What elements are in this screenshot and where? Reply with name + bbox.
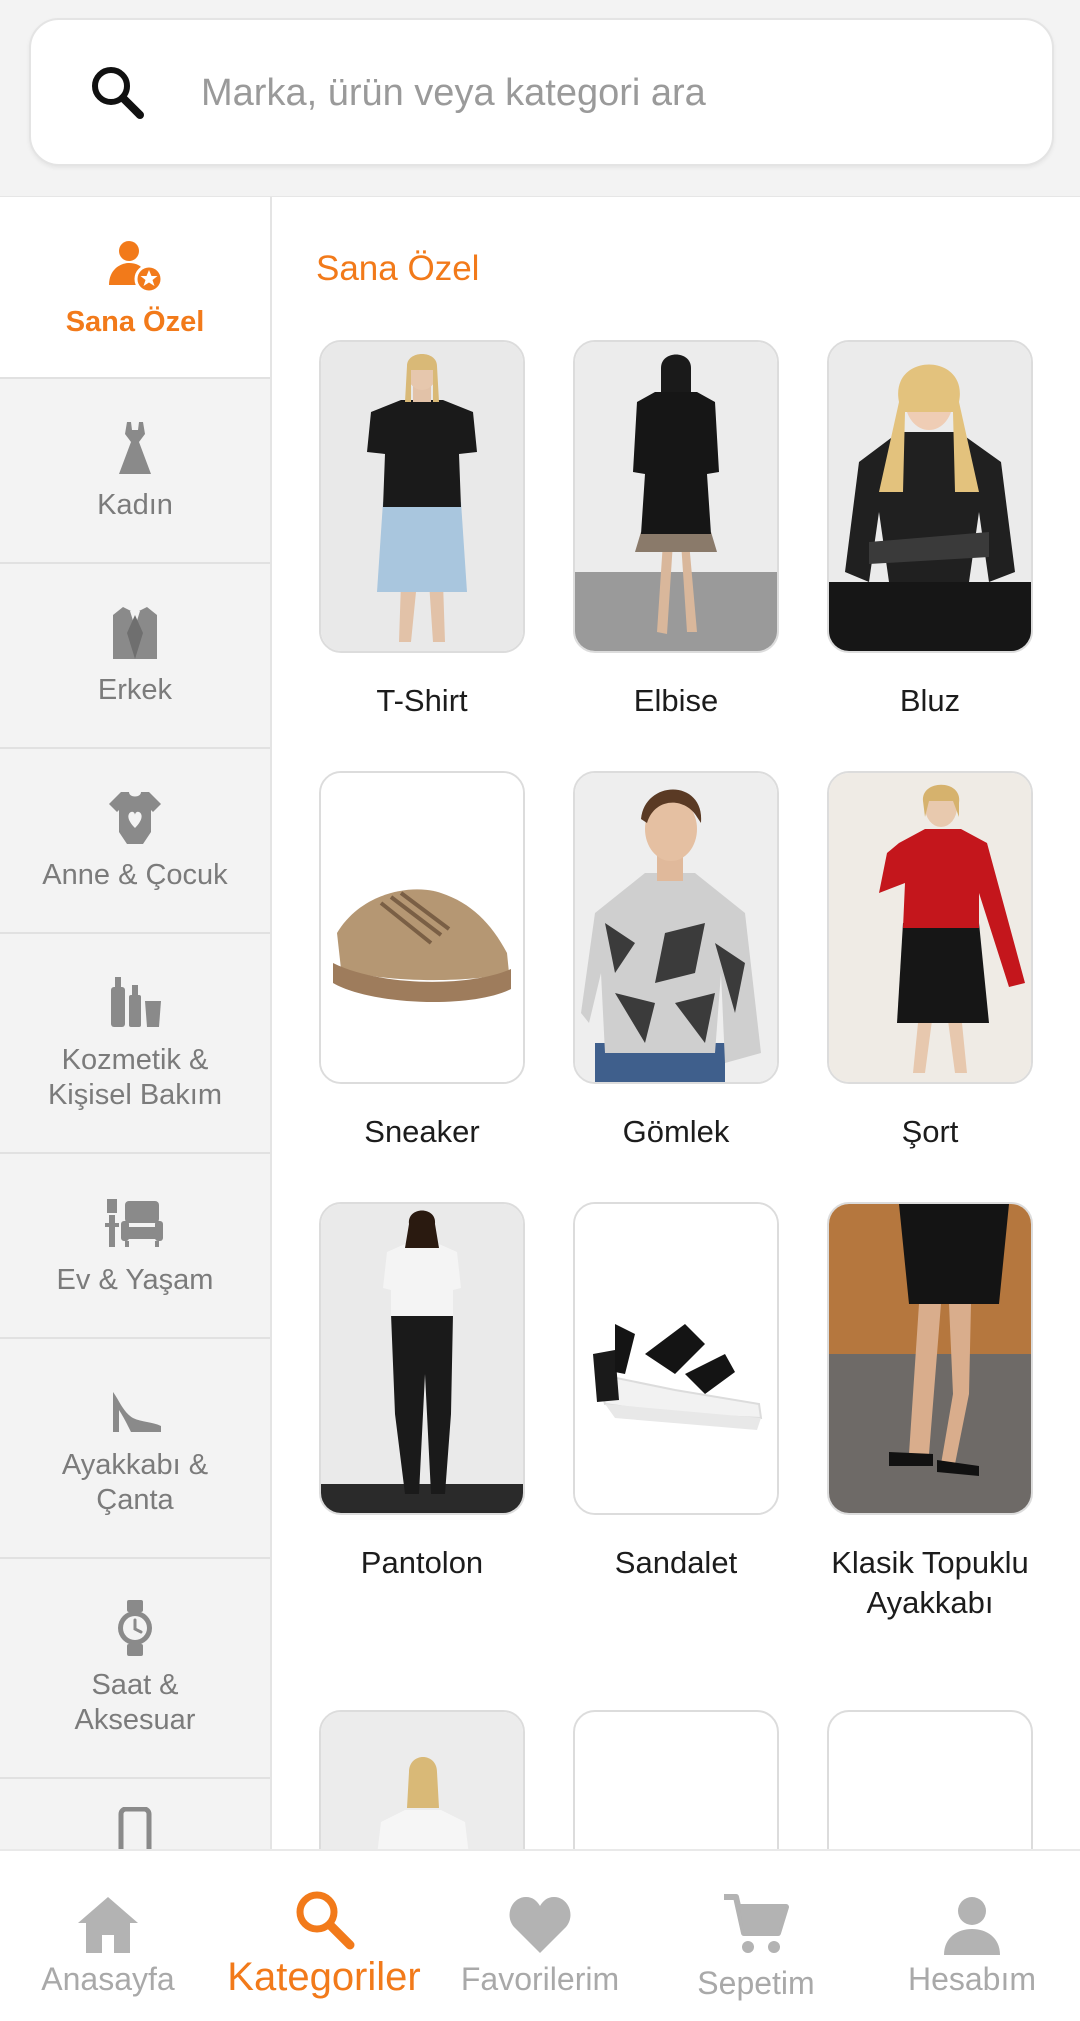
category-tile-elbise[interactable]: Elbise bbox=[573, 340, 779, 721]
home-icon bbox=[78, 1897, 138, 1953]
product-thumbnail bbox=[319, 1710, 525, 1849]
nav-favorilerim[interactable]: Favorilerim bbox=[432, 1851, 648, 2021]
category-tile[interactable] bbox=[319, 1710, 525, 1849]
cosmetics-icon bbox=[111, 977, 161, 1027]
nav-label: Hesabım bbox=[907, 1961, 1037, 1997]
search-icon bbox=[92, 67, 144, 119]
sidebar-item-label: Kozmetik & Kişisel Bakım bbox=[47, 1044, 223, 1111]
product-thumbnail bbox=[319, 340, 525, 653]
category-tile[interactable] bbox=[827, 1710, 1033, 1849]
tile-label: Bluz bbox=[899, 683, 961, 718]
search-input[interactable] bbox=[199, 56, 1023, 130]
category-content: Sana Özel T-Shirt Elbise Bluz Sneaker Gö… bbox=[272, 197, 1080, 1849]
phone-icon bbox=[118, 1807, 152, 1849]
sidebar-item-elektronik[interactable] bbox=[0, 1779, 270, 1849]
user-star-icon bbox=[109, 240, 164, 293]
nav-label: Favorilerim bbox=[460, 1961, 620, 1997]
product-thumbnail bbox=[827, 1202, 1033, 1515]
sidebar-item-label: Sana Özel bbox=[65, 305, 205, 338]
product-thumbnail bbox=[827, 771, 1033, 1084]
dress-icon bbox=[119, 422, 151, 474]
watch-icon bbox=[118, 1600, 152, 1656]
category-tile-pantolon[interactable]: Pantolon bbox=[319, 1202, 525, 1583]
product-thumbnail bbox=[573, 771, 779, 1084]
category-tile-klasik-topuklu[interactable]: Klasik Topuklu Ayakkabı bbox=[827, 1202, 1033, 1623]
sidebar-item-saat-aksesuar[interactable]: Saat & Aksesuar bbox=[0, 1559, 270, 1779]
nav-kategoriler[interactable]: Kategoriler bbox=[216, 1851, 432, 2021]
tile-label: Klasik Topuklu Ayakkabı bbox=[831, 1545, 1029, 1620]
product-thumbnail bbox=[827, 340, 1033, 653]
sidebar-item-label: Saat & Aksesuar bbox=[74, 1669, 196, 1736]
high-heel-icon bbox=[113, 1392, 161, 1432]
search-icon bbox=[296, 1891, 355, 1950]
sidebar-item-kadin[interactable]: Kadın bbox=[0, 379, 270, 564]
product-thumbnail bbox=[573, 1202, 779, 1515]
sidebar-item-kozmetik[interactable]: Kozmetik & Kişisel Bakım bbox=[0, 934, 270, 1154]
product-thumbnail bbox=[573, 340, 779, 653]
sidebar-item-label: Kadın bbox=[97, 489, 173, 521]
bottom-navigation: Anasayfa Kategoriler Favorilerim Sepetim… bbox=[0, 1849, 1080, 2021]
suit-icon bbox=[113, 607, 157, 659]
cart-icon bbox=[724, 1894, 789, 1953]
sidebar-item-ayakkabi-canta[interactable]: Ayakkabı & Çanta bbox=[0, 1339, 270, 1559]
category-tile-sandalet[interactable]: Sandalet bbox=[573, 1202, 779, 1583]
tile-label: T-Shirt bbox=[376, 683, 468, 718]
tile-label: Şort bbox=[901, 1114, 959, 1149]
search-header bbox=[0, 0, 1080, 198]
category-tile-tshirt[interactable]: T-Shirt bbox=[319, 340, 525, 721]
tile-label: Elbise bbox=[633, 683, 719, 718]
baby-onesie-icon bbox=[109, 792, 161, 844]
sidebar-item-label: Anne & Çocuk bbox=[42, 859, 228, 891]
category-tile-bluz[interactable]: Bluz bbox=[827, 340, 1033, 721]
product-thumbnail bbox=[319, 771, 525, 1084]
sidebar-item-label: Erkek bbox=[97, 674, 173, 706]
category-tile-sort[interactable]: Şort bbox=[827, 771, 1033, 1152]
nav-label: Sepetim bbox=[697, 1965, 815, 2001]
nav-hesabim[interactable]: Hesabım bbox=[864, 1851, 1080, 2021]
section-title: Sana Özel bbox=[316, 249, 480, 288]
sidebar-item-label: Ayakkabı & Çanta bbox=[61, 1449, 209, 1516]
tile-label: Sandalet bbox=[614, 1545, 738, 1580]
category-tile-sneaker[interactable]: Sneaker bbox=[319, 771, 525, 1152]
category-sidebar: Sana Özel Kadın Erkek Anne & Çocuk Kozme… bbox=[0, 197, 272, 1849]
product-thumbnail bbox=[573, 1710, 779, 1849]
nav-label: Kategoriler bbox=[227, 1955, 421, 1999]
product-thumbnail bbox=[319, 1202, 525, 1515]
sidebar-item-sana-ozel[interactable]: Sana Özel bbox=[0, 197, 270, 379]
nav-anasayfa[interactable]: Anasayfa bbox=[0, 1851, 216, 2021]
product-thumbnail bbox=[827, 1710, 1033, 1849]
sidebar-item-anne-cocuk[interactable]: Anne & Çocuk bbox=[0, 749, 270, 934]
nav-sepetim[interactable]: Sepetim bbox=[648, 1851, 864, 2021]
tile-label: Gömlek bbox=[622, 1114, 730, 1149]
heart-icon bbox=[509, 1897, 571, 1953]
sidebar-item-label: Ev & Yaşam bbox=[56, 1264, 214, 1296]
tile-label: Sneaker bbox=[364, 1114, 480, 1149]
search-box[interactable] bbox=[29, 18, 1054, 166]
tile-label: Pantolon bbox=[360, 1545, 484, 1580]
nav-label: Anasayfa bbox=[41, 1961, 175, 1997]
armchair-icon bbox=[105, 1199, 163, 1247]
category-tile-gomlek[interactable]: Gömlek bbox=[573, 771, 779, 1152]
sidebar-item-erkek[interactable]: Erkek bbox=[0, 564, 270, 749]
user-icon bbox=[944, 1897, 1000, 1955]
category-tile[interactable] bbox=[573, 1710, 779, 1849]
sidebar-item-ev-yasam[interactable]: Ev & Yaşam bbox=[0, 1154, 270, 1339]
